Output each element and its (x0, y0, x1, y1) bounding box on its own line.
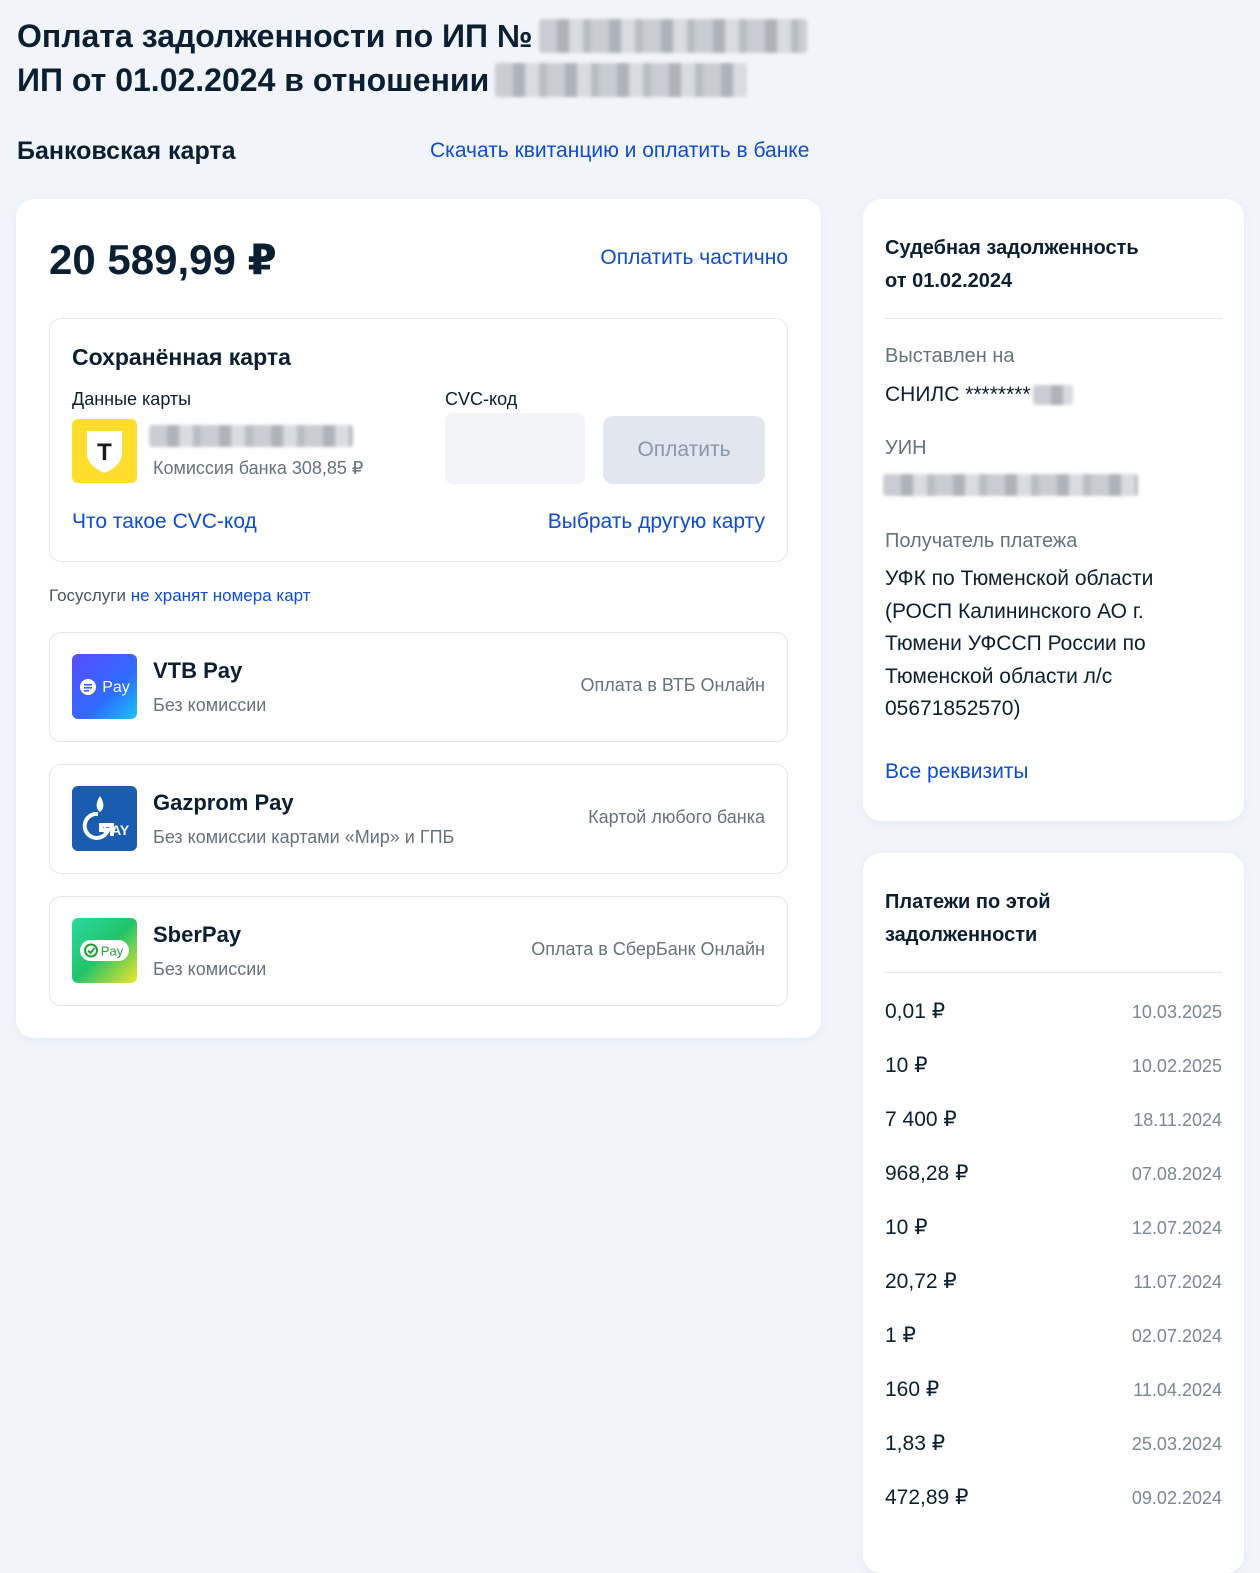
vtb-pay-name: VTB Pay (153, 658, 243, 683)
payments-history-title-line1: Платежи по этой (885, 891, 1051, 913)
redacted-snils (1032, 385, 1073, 406)
payment-date: 12.07.2024 (1131, 1218, 1222, 1238)
gazprom-pay-icon: PAY (72, 786, 137, 851)
sber-pay-right: Оплата в СберБанк Онлайн (531, 939, 765, 959)
card-data-label: Данные карты (72, 389, 192, 409)
all-details-link[interactable]: Все реквизиты (885, 760, 1029, 784)
recipient-line: Тюмени УФССП России по (885, 632, 1146, 655)
gazprom-pay-logo-text: PAY (103, 822, 130, 838)
vtb-pay-sub: Без комиссии (153, 695, 267, 715)
debt-amount: 20 589,99 ₽ (49, 236, 277, 283)
download-receipt-link[interactable]: Скачать квитанцию и оплатить в банке (430, 139, 809, 163)
payment-row: 10 ₽ 10.02.2025 (885, 1053, 1222, 1078)
debt-info-title-line1: Судебная задолженность (885, 237, 1139, 259)
debt-info-title-line2: от 01.02.2024 (885, 270, 1013, 292)
saved-card-title: Сохранённая карта (72, 344, 291, 370)
sber-pay-sub: Без комиссии (153, 959, 267, 979)
debt-info-title: Судебная задолженность от 01.02.2024 (885, 232, 1139, 298)
recipient-label: Получатель платежа (885, 530, 1078, 552)
payment-amount: 10 ₽ (885, 1216, 928, 1239)
sber-pay-icon: Pay (72, 918, 137, 983)
payment-amount: 7 400 ₽ (885, 1108, 957, 1131)
vtb-pay-icon: Pay (72, 654, 137, 719)
payment-row: 968,28 ₽ 07.08.2024 (885, 1161, 1222, 1186)
redacted-uin (883, 474, 1138, 496)
payment-row: 1,83 ₽ 25.03.2024 (885, 1431, 1222, 1456)
payment-date: 09.02.2024 (1131, 1488, 1222, 1508)
cvc-input[interactable] (445, 413, 585, 484)
payment-amount: 160 ₽ (885, 1378, 940, 1401)
pay-button[interactable]: Оплатить (603, 416, 765, 484)
snils-value: СНИЛС ******** (885, 383, 1031, 406)
payment-date: 10.02.2025 (1131, 1056, 1222, 1076)
payment-row: 160 ₽ 11.04.2024 (885, 1377, 1222, 1402)
divider (885, 318, 1222, 319)
payments-history-title: Платежи по этой задолженности (885, 886, 1051, 952)
payment-row: 472,89 ₽ 09.02.2024 (885, 1485, 1222, 1510)
cvc-label: CVC-код (445, 389, 518, 409)
payment-amount: 20,72 ₽ (885, 1270, 957, 1293)
payment-amount: 968,28 ₽ (885, 1162, 969, 1185)
payment-date: 18.11.2024 (1133, 1110, 1222, 1130)
recipient-line: УФК по Тюменской области (885, 567, 1154, 590)
pay-partially-link[interactable]: Оплатить частично (600, 246, 788, 270)
page-title-line1: Оплата задолженности по ИП № (17, 18, 533, 54)
saved-card-panel: Сохранённая карта Данные карты Т Комисси… (49, 318, 788, 562)
recipient-value: УФК по Тюменской области (РОСП Калининск… (885, 563, 1205, 726)
recipient-line: 05671852570) (885, 697, 1021, 720)
gazprom-pay-option[interactable]: PAY Gazprom Pay Без комиссии картами «Ми… (49, 764, 788, 874)
redacted-debtor-name (495, 63, 748, 97)
tbank-logo-icon: Т (72, 419, 137, 483)
payment-amount: 472,89 ₽ (885, 1486, 969, 1509)
redacted-card-number (149, 425, 353, 447)
payment-amount: 0,01 ₽ (885, 1000, 946, 1023)
payment-date: 10.03.2025 (1131, 1002, 1222, 1022)
payment-date: 11.04.2024 (1133, 1380, 1222, 1400)
payment-row: 10 ₽ 12.07.2024 (885, 1215, 1222, 1240)
what-is-cvc-link[interactable]: Что такое CVC-код (72, 510, 257, 534)
gosuslugi-note: Госуслуги не хранят номера карт (49, 586, 311, 606)
issued-to-value: СНИЛС ******** (885, 379, 1205, 412)
payments-history-title-line2: задолженности (885, 924, 1038, 946)
payment-row: 1 ₽ 02.07.2024 (885, 1323, 1222, 1348)
payment-date: 25.03.2024 (1131, 1434, 1222, 1454)
payment-card: 20 589,99 ₽ Оплатить частично Сохранённа… (16, 199, 821, 1038)
payment-amount: 1 ₽ (885, 1324, 916, 1347)
payments-history-card: Платежи по этой задолженности 0,01 ₽ 10.0… (863, 853, 1244, 1573)
redacted-case-number (538, 19, 807, 53)
payment-row: 20,72 ₽ 11.07.2024 (885, 1269, 1222, 1294)
gosuslugi-note-prefix: Госуслуги (49, 586, 126, 605)
uin-label: УИН (885, 437, 927, 459)
payment-amount: 10 ₽ (885, 1054, 928, 1077)
cards-not-stored-link[interactable]: не хранят номера карт (131, 586, 311, 605)
payment-date: 02.07.2024 (1131, 1326, 1222, 1346)
issued-to-label: Выставлен на (885, 345, 1015, 367)
vtb-pay-right: Оплата в ВТБ Онлайн (580, 675, 765, 695)
sber-pay-logo-text: Pay (101, 944, 124, 959)
payment-date: 07.08.2024 (1131, 1164, 1222, 1184)
payment-row: 0,01 ₽ 10.03.2025 (885, 999, 1222, 1024)
recipient-line: (РОСП Калининского АО г. (885, 599, 1144, 623)
vtb-pay-logo-text: Pay (102, 679, 130, 696)
divider (885, 972, 1222, 973)
page-title-line2: ИП от 01.02.2024 в отношении (17, 62, 490, 98)
tbank-logo-letter: Т (97, 439, 112, 466)
sber-pay-name: SberPay (153, 922, 242, 947)
payment-amount: 1,83 ₽ (885, 1432, 946, 1455)
recipient-line: Тюменской области л/с (885, 664, 1113, 688)
gazprom-pay-sub: Без комиссии картами «Мир» и ГПБ (153, 827, 455, 847)
payment-row: 7 400 ₽ 18.11.2024 (885, 1107, 1222, 1132)
debt-info-card: Судебная задолженность от 01.02.2024 Выс… (863, 199, 1244, 821)
tab-bank-card[interactable]: Банковская карта (17, 137, 236, 166)
gazprom-pay-right: Картой любого банка (588, 807, 765, 827)
choose-other-card-link[interactable]: Выбрать другую карту (548, 510, 765, 534)
page-title: Оплата задолженности по ИП № ИП от 01.02… (17, 14, 807, 102)
bank-commission: Комиссия банка 308,85 ₽ (153, 458, 364, 478)
gazprom-pay-name: Gazprom Pay (153, 790, 294, 815)
payment-date: 11.07.2024 (1133, 1272, 1222, 1292)
sber-pay-option[interactable]: Pay SberPay Без комиссии Оплата в СберБа… (49, 896, 788, 1006)
vtb-pay-option[interactable]: Pay VTB Pay Без комиссии Оплата в ВТБ Он… (49, 632, 788, 742)
